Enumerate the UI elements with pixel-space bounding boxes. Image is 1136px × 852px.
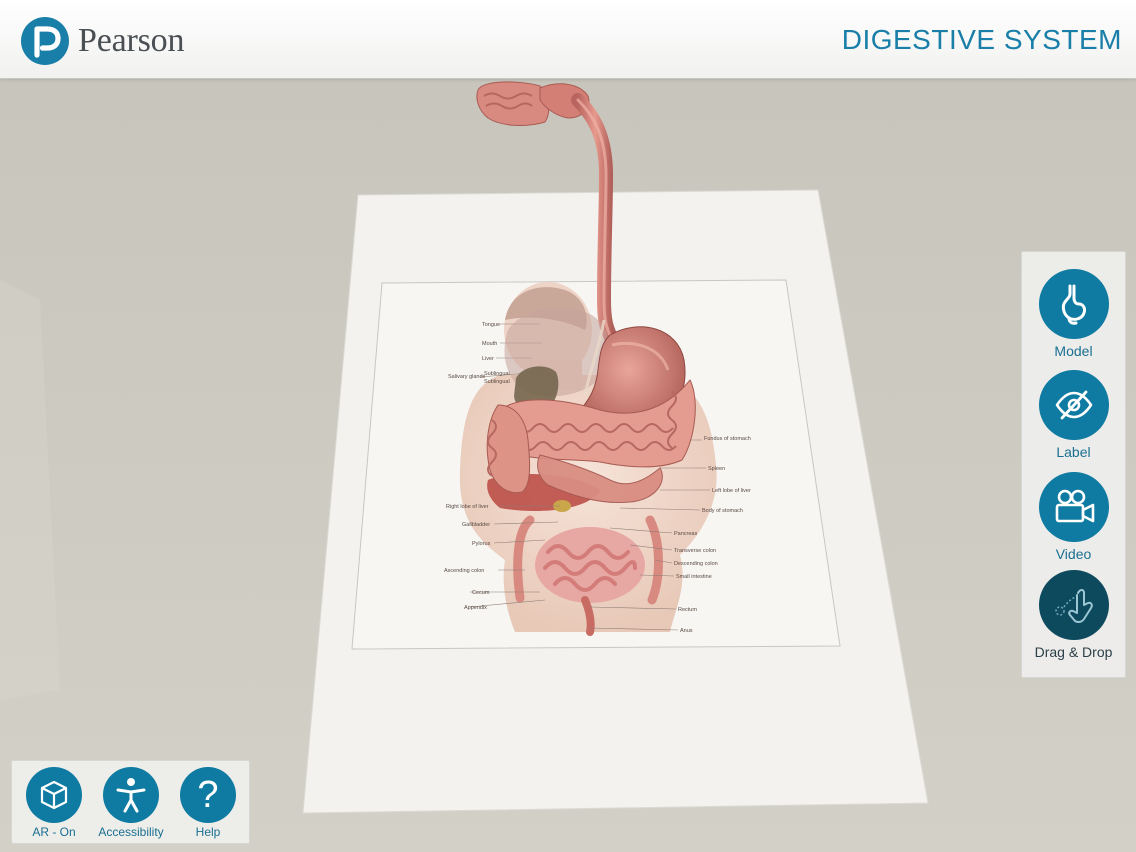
help-icon: ? [197,774,219,816]
svg-text:Anus: Anus [680,628,693,634]
page-title: DIGESTIVE SYSTEM [841,24,1122,55]
help-button[interactable]: ? Help [169,767,247,839]
svg-text:Mouth: Mouth [482,341,497,347]
drag-drop-button[interactable]: Drag & Drop [1022,570,1125,660]
svg-text:Body of stomach: Body of stomach [702,508,743,514]
svg-text:Ascending colon: Ascending colon [444,568,484,574]
svg-text:Right lobe of liver: Right lobe of liver [446,504,489,510]
ar-toggle-circle[interactable] [26,767,82,823]
stomach-icon [1061,284,1086,325]
svg-text:Sublingual: Sublingual [484,371,510,377]
svg-text:Pylorus: Pylorus [472,541,491,547]
video-button[interactable]: Video [1022,472,1125,562]
svg-text:Descending colon: Descending colon [674,561,718,567]
svg-text:Appendix: Appendix [464,605,487,611]
accessibility-circle[interactable] [103,767,159,823]
pearson-brand: Pearson [20,14,184,68]
eye-slash-icon [1055,390,1092,420]
label-button[interactable]: Label [1022,370,1125,460]
video-button-label: Video [1055,546,1092,562]
svg-text:Fundus of stomach: Fundus of stomach [704,436,751,442]
video-button-circle[interactable] [1038,472,1109,542]
svg-text:Sublingual: Sublingual [484,379,510,385]
svg-text:Left lobe of liver: Left lobe of liver [712,488,751,494]
video-camera-icon [1055,489,1094,523]
svg-text:Rectum: Rectum [678,607,697,613]
ar-toggle-label: AR - On [32,825,76,839]
cube-icon [40,780,68,810]
pearson-logo-icon [21,17,69,65]
svg-text:Tongue: Tongue [482,322,500,328]
app-header: Pearson DIGESTIVE SYSTEM [0,0,1136,79]
label-button-label: Label [1056,444,1091,460]
model-button-circle[interactable] [1038,269,1109,339]
accessibility-button[interactable]: Accessibility [92,767,170,839]
svg-text:Salivary glands: Salivary glands [448,374,486,380]
svg-text:Cecum: Cecum [472,590,490,596]
brand-name: Pearson [78,22,185,59]
tool-panel: Model Label Video Drag & Drop [1021,251,1126,678]
ar-toggle-button[interactable]: AR - On [15,767,93,839]
ar-scene-canvas: Tongue Mouth Liver Salivary glands Subli… [0,78,1136,852]
drag-drop-button-label: Drag & Drop [1034,644,1113,660]
model-button-label: Model [1054,343,1093,359]
accessibility-label: Accessibility [98,825,164,839]
label-button-circle[interactable] [1038,370,1109,440]
bottom-toolbar: AR - On Accessibility ? Help [11,760,250,844]
help-label: Help [195,825,221,839]
svg-text:Spleen: Spleen [708,466,725,472]
hand-drag-icon [1054,589,1093,624]
svg-text:Transverse colon: Transverse colon [674,548,716,554]
model-button[interactable]: Model [1022,269,1125,359]
svg-text:Small intestine: Small intestine [676,574,712,580]
svg-text:Liver: Liver [482,356,494,362]
svg-text:Gallbladder: Gallbladder [462,522,490,528]
ar-camera-view[interactable]: Tongue Mouth Liver Salivary glands Subli… [0,78,1136,852]
svg-text:Pancreas: Pancreas [674,531,697,537]
drag-drop-button-circle[interactable] [1038,570,1109,640]
accessibility-icon [116,778,146,813]
help-circle[interactable]: ? [180,767,236,823]
